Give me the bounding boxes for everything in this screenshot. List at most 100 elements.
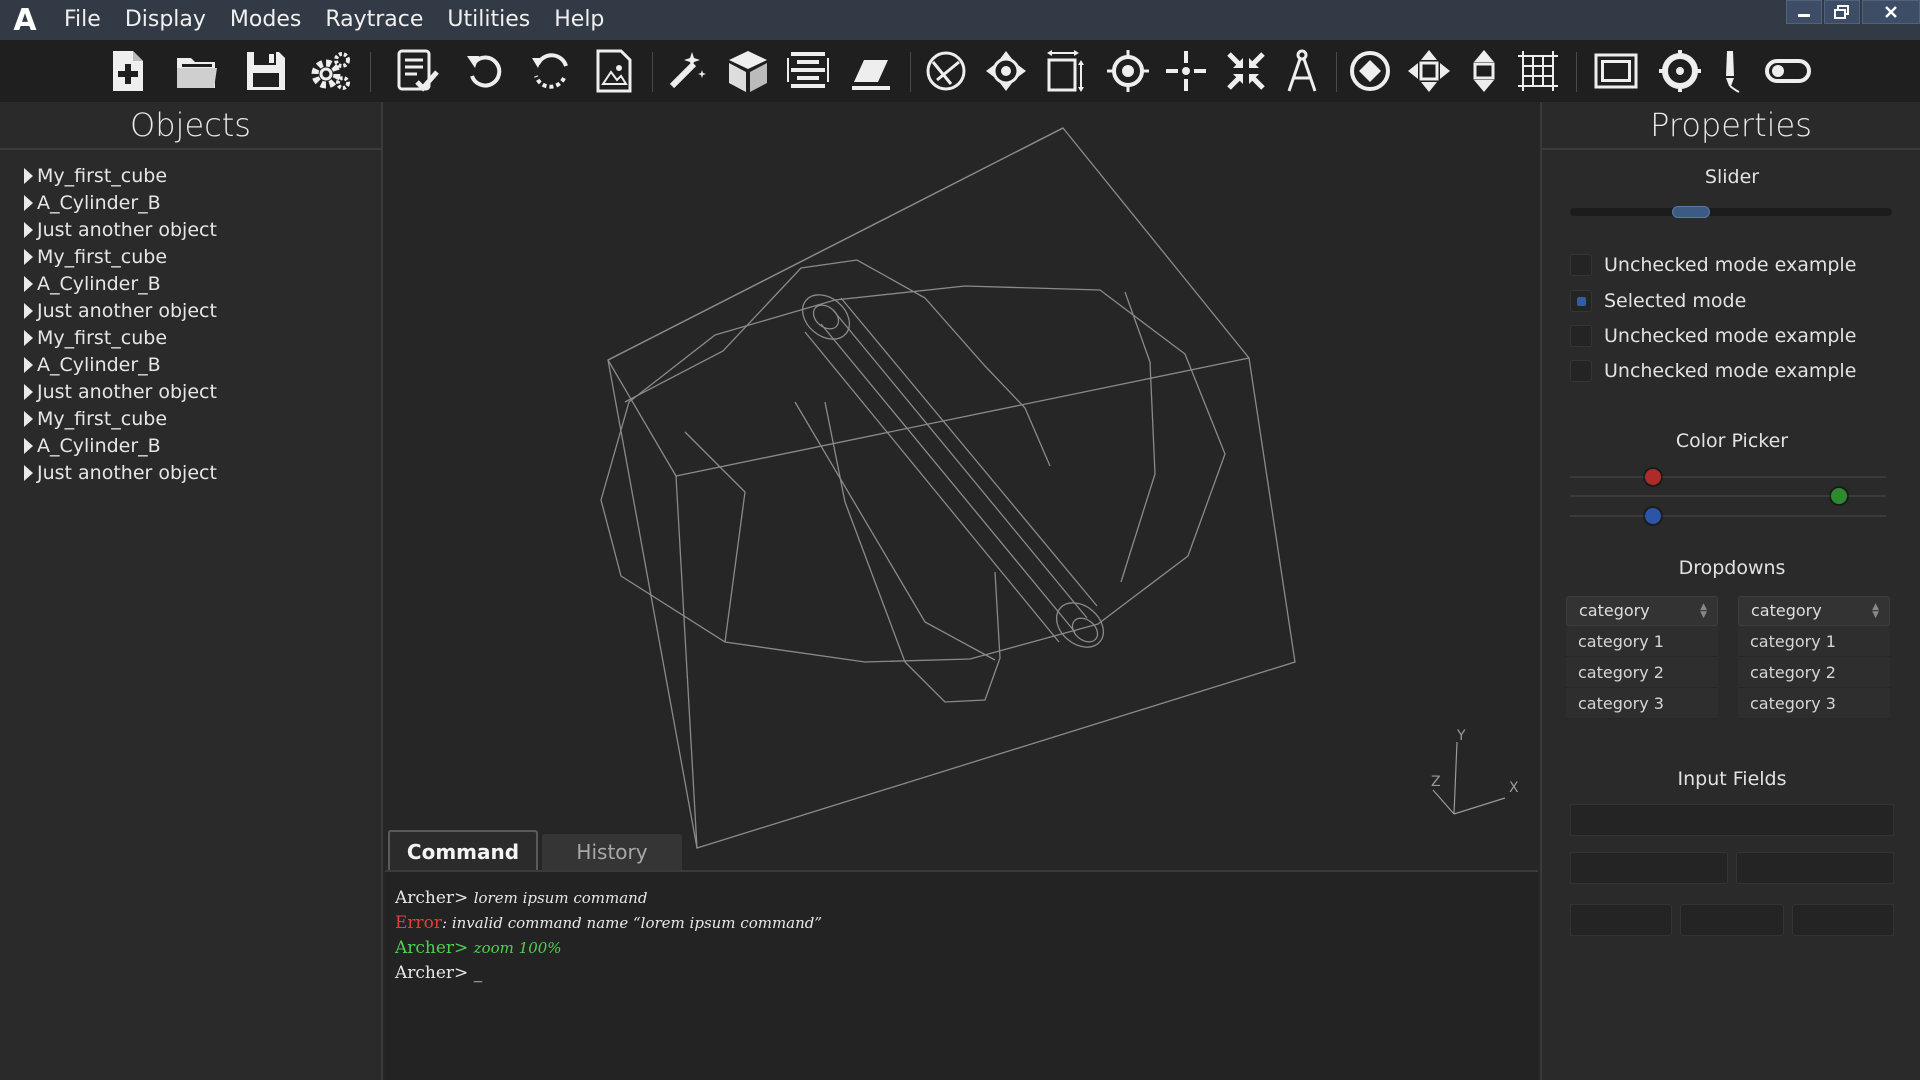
- mode-option[interactable]: Unchecked mode example: [1570, 325, 1856, 347]
- menu-modes[interactable]: Modes: [218, 0, 313, 40]
- checklist-icon[interactable]: [392, 45, 444, 97]
- text-input-third[interactable]: [1792, 904, 1894, 936]
- expand-arrow-icon[interactable]: [24, 248, 33, 265]
- dropdown-option[interactable]: category 3: [1738, 688, 1890, 719]
- dropdown-1[interactable]: category ▲ ▼ category 1 category 2 categor…: [1566, 596, 1718, 719]
- text-input-half[interactable]: [1736, 852, 1894, 884]
- dropdown-option[interactable]: category 3: [1566, 688, 1718, 719]
- expand-arrow-icon[interactable]: [24, 383, 33, 400]
- tree-item[interactable]: My_first_cube: [24, 162, 217, 189]
- eraser-icon[interactable]: [845, 45, 897, 97]
- properties-panel-title: Properties: [1542, 102, 1920, 150]
- align-icon[interactable]: [782, 45, 834, 97]
- tree-item[interactable]: A_Cylinder_B: [24, 351, 217, 378]
- screen-icon[interactable]: [1590, 45, 1642, 97]
- text-input-full[interactable]: [1570, 804, 1894, 836]
- tree-item[interactable]: Just another object: [24, 297, 217, 324]
- blue-channel-knob[interactable]: [1645, 508, 1661, 524]
- blue-channel-slider[interactable]: [1570, 508, 1886, 524]
- expand-arrow-icon[interactable]: [24, 221, 33, 238]
- text-input-half[interactable]: [1570, 852, 1728, 884]
- vertical-move-icon[interactable]: [1458, 45, 1510, 97]
- dropdown-option[interactable]: category 2: [1566, 657, 1718, 688]
- expand-arrow-icon[interactable]: [24, 329, 33, 346]
- tree-item[interactable]: A_Cylinder_B: [24, 432, 217, 459]
- expand-arrow-icon[interactable]: [24, 356, 33, 373]
- mode-checkbox[interactable]: [1570, 254, 1592, 276]
- tab-history[interactable]: History: [542, 834, 682, 870]
- magic-wand-icon[interactable]: [661, 45, 713, 97]
- move-view-icon[interactable]: [1403, 45, 1455, 97]
- dropdown-option[interactable]: category 2: [1738, 657, 1890, 688]
- expand-arrow-icon[interactable]: [24, 275, 33, 292]
- red-channel-knob[interactable]: [1645, 469, 1661, 485]
- console-line: Archer> zoom 100%: [395, 938, 562, 958]
- command-console[interactable]: Archer> lorem ipsum command Error: inval…: [385, 870, 1538, 1080]
- menu-raytrace[interactable]: Raytrace: [313, 0, 435, 40]
- expand-arrow-icon[interactable]: [24, 302, 33, 319]
- mode-option[interactable]: Selected mode: [1570, 290, 1746, 312]
- green-channel-knob[interactable]: [1831, 488, 1847, 504]
- pen-icon[interactable]: [1706, 45, 1758, 97]
- undo-icon[interactable]: [460, 45, 512, 97]
- compass-icon[interactable]: [1276, 45, 1328, 97]
- dropdown-select[interactable]: category ▲ ▼: [1566, 596, 1718, 626]
- slider[interactable]: [1570, 206, 1892, 218]
- tree-item[interactable]: Just another object: [24, 216, 217, 243]
- mode-option[interactable]: Unchecked mode example: [1570, 360, 1856, 382]
- console-prompt[interactable]: Archer> _: [395, 961, 1538, 986]
- menu-help[interactable]: Help: [542, 0, 616, 40]
- dropdown-option[interactable]: category 1: [1566, 626, 1718, 657]
- center-icon[interactable]: [1160, 45, 1212, 97]
- dropdown-2[interactable]: category ▲ ▼ category 1 category 2 categor…: [1738, 596, 1890, 719]
- mode-checkbox[interactable]: [1570, 325, 1592, 347]
- rotate-view-icon[interactable]: [1344, 45, 1396, 97]
- dropdown-option[interactable]: category 1: [1738, 626, 1890, 657]
- dropdown-select[interactable]: category ▲ ▼: [1738, 596, 1890, 626]
- new-file-icon[interactable]: [102, 45, 154, 97]
- menu-file[interactable]: File: [50, 0, 113, 40]
- mode-checkbox[interactable]: [1570, 360, 1592, 382]
- minimize-button[interactable]: [1786, 0, 1822, 24]
- green-channel-slider[interactable]: [1570, 488, 1886, 504]
- menu-utilities[interactable]: Utilities: [435, 0, 542, 40]
- close-button[interactable]: [1862, 0, 1920, 24]
- expand-arrow-icon[interactable]: [24, 464, 33, 481]
- slider-handle[interactable]: [1672, 206, 1711, 218]
- restore-icon: [1834, 5, 1849, 19]
- pan-icon[interactable]: [980, 45, 1032, 97]
- tree-item[interactable]: My_first_cube: [24, 405, 217, 432]
- mode-checkbox-checked[interactable]: [1570, 290, 1592, 312]
- image-file-icon[interactable]: [588, 45, 640, 97]
- expand-arrow-icon[interactable]: [24, 194, 33, 211]
- 3d-viewport[interactable]: X Y Z: [385, 102, 1538, 870]
- grid-icon[interactable]: [1512, 45, 1564, 97]
- save-icon[interactable]: [240, 45, 292, 97]
- reload-icon[interactable]: [525, 45, 577, 97]
- tab-command[interactable]: Command: [388, 830, 538, 870]
- expand-arrow-icon[interactable]: [24, 410, 33, 427]
- target-icon[interactable]: [1102, 45, 1154, 97]
- expand-arrow-icon[interactable]: [24, 167, 33, 184]
- red-channel-slider[interactable]: [1570, 469, 1886, 485]
- rotate-object-icon[interactable]: [920, 45, 972, 97]
- maximize-button[interactable]: [1824, 0, 1860, 24]
- scale-icon[interactable]: [1040, 45, 1092, 97]
- collapse-icon[interactable]: [1220, 45, 1272, 97]
- tree-item[interactable]: My_first_cube: [24, 243, 217, 270]
- menu-display[interactable]: Display: [113, 0, 218, 40]
- tree-item[interactable]: Just another object: [24, 459, 217, 486]
- crosshair-icon[interactable]: [1654, 45, 1706, 97]
- mode-option[interactable]: Unchecked mode example: [1570, 254, 1856, 276]
- toggle-icon[interactable]: [1762, 45, 1814, 97]
- cube-icon[interactable]: [722, 45, 774, 97]
- settings-gears-icon[interactable]: [305, 45, 357, 97]
- tree-item[interactable]: My_first_cube: [24, 324, 217, 351]
- text-input-third[interactable]: [1570, 904, 1672, 936]
- tree-item[interactable]: A_Cylinder_B: [24, 189, 217, 216]
- text-input-third[interactable]: [1680, 904, 1784, 936]
- open-folder-icon[interactable]: [171, 45, 223, 97]
- tree-item[interactable]: A_Cylinder_B: [24, 270, 217, 297]
- expand-arrow-icon[interactable]: [24, 437, 33, 454]
- tree-item[interactable]: Just another object: [24, 378, 217, 405]
